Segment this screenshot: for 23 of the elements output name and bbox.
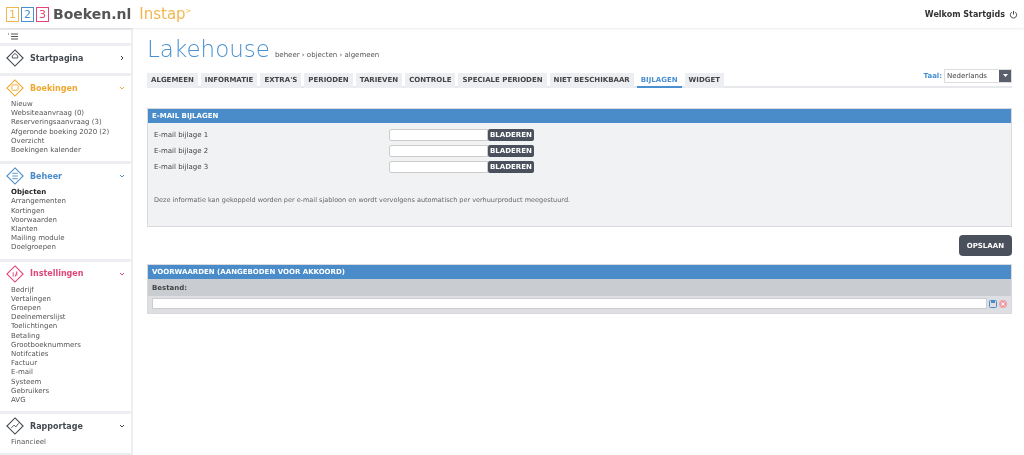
power-icon[interactable]: [1009, 9, 1018, 19]
section-title[interactable]: Startpagina: [30, 53, 113, 63]
page-title: Lakehouse: [147, 36, 270, 62]
section-title[interactable]: Beheer: [30, 171, 113, 181]
chart-icon: [6, 417, 24, 436]
save-icon[interactable]: [989, 299, 997, 308]
calendar-icon: [6, 79, 24, 97]
logo[interactable]: 1 2 3 Boeken.nl Instap$^{>}$: [6, 5, 192, 23]
caret-icon: [1002, 74, 1008, 78]
remove-icon[interactable]: [999, 299, 1007, 308]
menu-icon[interactable]: [8, 33, 18, 40]
file-field[interactable]: [152, 298, 987, 309]
file-field[interactable]: [389, 161, 488, 173]
chevron-icon[interactable]: [119, 55, 125, 61]
house-icon: [6, 49, 24, 67]
file-field[interactable]: [389, 145, 488, 157]
chevron-icon[interactable]: [119, 423, 125, 430]
list-icon: [6, 167, 24, 186]
sliders-icon: [6, 264, 24, 283]
section-title[interactable]: Instellingen: [30, 269, 113, 279]
section-title[interactable]: Rapportage: [30, 421, 113, 431]
file-field[interactable]: [389, 129, 488, 141]
welcome-text: Welkom Startgids: [924, 9, 1005, 19]
